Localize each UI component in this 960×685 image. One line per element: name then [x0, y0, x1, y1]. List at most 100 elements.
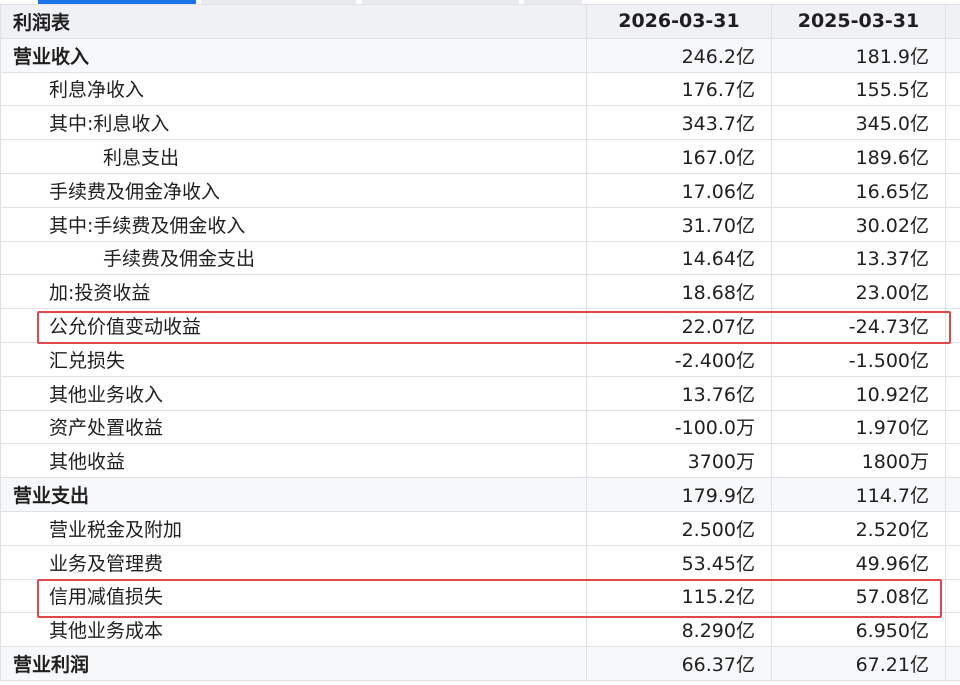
row-value-period-1: -100.0万 [586, 409, 772, 445]
row-value-period-2: -1.500亿 [771, 341, 946, 377]
row-value-period-2: 49.96亿 [771, 544, 946, 580]
row-label: 其中:手续费及佣金收入 [0, 206, 587, 242]
table-row[interactable]: 其他业务成本 8.290亿 6.950亿 [0, 612, 960, 648]
row-extra-cell [945, 172, 960, 208]
row-value-period-1: 14.64亿 [586, 240, 772, 276]
row-value-period-2: 114.7亿 [771, 477, 946, 512]
row-value-period-2: 1.970亿 [771, 409, 946, 445]
row-value-period-2: 13.37亿 [771, 240, 946, 276]
row-value-period-1: 115.2亿 [586, 578, 772, 614]
row-label: 业务及管理费 [0, 544, 587, 580]
row-extra-cell [945, 71, 960, 107]
row-value-period-2: 2.520亿 [771, 510, 946, 546]
row-extra-cell [945, 544, 960, 580]
row-value-period-2: 10.92亿 [771, 375, 946, 411]
row-value-period-1: 13.76亿 [586, 375, 772, 411]
row-value-period-1: 179.9亿 [586, 477, 772, 512]
row-label: 手续费及佣金净收入 [0, 172, 587, 208]
row-extra-cell [945, 274, 960, 310]
row-value-period-2: 345.0亿 [771, 105, 946, 141]
table-row[interactable]: 手续费及佣金净收入 17.06亿 16.65亿 [0, 172, 960, 208]
row-label: 汇兑损失 [0, 341, 587, 377]
row-extra-cell [945, 37, 960, 73]
row-label: 营业税金及附加 [0, 510, 587, 546]
row-label: 资产处置收益 [0, 409, 587, 445]
row-label: 其他收益 [0, 443, 587, 479]
row-extra-cell [945, 646, 960, 681]
table-row[interactable]: 其他收益 3700万 1800万 [0, 443, 960, 479]
row-extra-cell [945, 510, 960, 546]
row-value-period-2: 6.950亿 [771, 612, 946, 648]
row-label: 营业收入 [0, 37, 587, 73]
extra-column-header [945, 4, 960, 39]
row-label: 加:投资收益 [0, 274, 587, 310]
table-body: 营业收入 246.2亿 181.9亿 利息净收入 176.7亿 155.5亿 其中:利息收入… [0, 37, 960, 681]
row-value-period-1: 246.2亿 [586, 37, 772, 73]
table-row[interactable]: 手续费及佣金支出 14.64亿 13.37亿 [0, 240, 960, 276]
row-extra-cell [945, 206, 960, 242]
table-row[interactable]: 公允价值变动收益 22.07亿 -24.73亿 [0, 308, 960, 343]
row-extra-cell [945, 375, 960, 411]
row-value-period-1: 17.06亿 [586, 172, 772, 208]
table-row[interactable]: 业务及管理费 53.45亿 49.96亿 [0, 544, 960, 580]
table-row[interactable]: 加:投资收益 18.68亿 23.00亿 [0, 274, 960, 310]
income-statement-table: 利润表 2026-03-31 2025-03-31 营业收入 246.2亿 181.… [0, 4, 960, 681]
row-value-period-2: 155.5亿 [771, 71, 946, 107]
row-label: 其他业务成本 [0, 612, 587, 648]
row-label: 营业支出 [0, 477, 587, 512]
row-value-period-1: 18.68亿 [586, 274, 772, 310]
row-value-period-1: 22.07亿 [586, 308, 772, 343]
row-extra-cell [945, 612, 960, 648]
row-value-period-1: 3700万 [586, 443, 772, 479]
table-row[interactable]: 营业利润 66.37亿 67.21亿 [0, 646, 960, 681]
period-header-1[interactable]: 2026-03-31 [586, 4, 772, 39]
table-row[interactable]: 其中:手续费及佣金收入 31.70亿 30.02亿 [0, 206, 960, 242]
row-value-period-2: 23.00亿 [771, 274, 946, 310]
table-row[interactable]: 利息净收入 176.7亿 155.5亿 [0, 71, 960, 107]
table-row[interactable]: 利息支出 167.0亿 189.6亿 [0, 139, 960, 174]
row-value-period-2: 57.08亿 [771, 578, 946, 614]
table-row[interactable]: 营业税金及附加 2.500亿 2.520亿 [0, 510, 960, 546]
row-extra-cell [945, 308, 960, 343]
row-extra-cell [945, 341, 960, 377]
row-value-period-1: -2.400亿 [586, 341, 772, 377]
table-row[interactable]: 信用减值损失 115.2亿 57.08亿 [0, 578, 960, 614]
row-label: 利息净收入 [0, 71, 587, 107]
row-label: 其他业务收入 [0, 375, 587, 411]
row-extra-cell [945, 409, 960, 445]
row-value-period-2: 30.02亿 [771, 206, 946, 242]
table-row[interactable]: 其中:利息收入 343.7亿 345.0亿 [0, 105, 960, 141]
row-value-period-1: 176.7亿 [586, 71, 772, 107]
row-value-period-2: -24.73亿 [771, 308, 946, 343]
row-value-period-2: 1800万 [771, 443, 946, 479]
table-row[interactable]: 营业支出 179.9亿 114.7亿 [0, 477, 960, 512]
row-value-period-2: 189.6亿 [771, 139, 946, 174]
row-value-period-1: 31.70亿 [586, 206, 772, 242]
table-row[interactable]: 营业收入 246.2亿 181.9亿 [0, 37, 960, 73]
table-row[interactable]: 汇兑损失 -2.400亿 -1.500亿 [0, 341, 960, 377]
row-label: 信用减值损失 [0, 578, 587, 614]
row-extra-cell [945, 105, 960, 141]
table-title: 利润表 [0, 4, 587, 39]
table-row[interactable]: 其他业务收入 13.76亿 10.92亿 [0, 375, 960, 411]
row-label: 营业利润 [0, 646, 587, 681]
row-label: 手续费及佣金支出 [0, 240, 587, 276]
row-extra-cell [945, 578, 960, 614]
row-label: 其中:利息收入 [0, 105, 587, 141]
row-value-period-1: 167.0亿 [586, 139, 772, 174]
row-value-period-1: 53.45亿 [586, 544, 772, 580]
row-extra-cell [945, 477, 960, 512]
row-extra-cell [945, 443, 960, 479]
row-value-period-2: 67.21亿 [771, 646, 946, 681]
table-row[interactable]: 资产处置收益 -100.0万 1.970亿 [0, 409, 960, 445]
row-extra-cell [945, 139, 960, 174]
row-extra-cell [945, 240, 960, 276]
row-value-period-1: 8.290亿 [586, 612, 772, 648]
table-header-row: 利润表 2026-03-31 2025-03-31 [0, 4, 960, 39]
row-value-period-2: 16.65亿 [771, 172, 946, 208]
row-value-period-1: 343.7亿 [586, 105, 772, 141]
row-value-period-1: 66.37亿 [586, 646, 772, 681]
row-value-period-2: 181.9亿 [771, 37, 946, 73]
period-header-2[interactable]: 2025-03-31 [771, 4, 946, 39]
row-label: 利息支出 [0, 139, 587, 174]
